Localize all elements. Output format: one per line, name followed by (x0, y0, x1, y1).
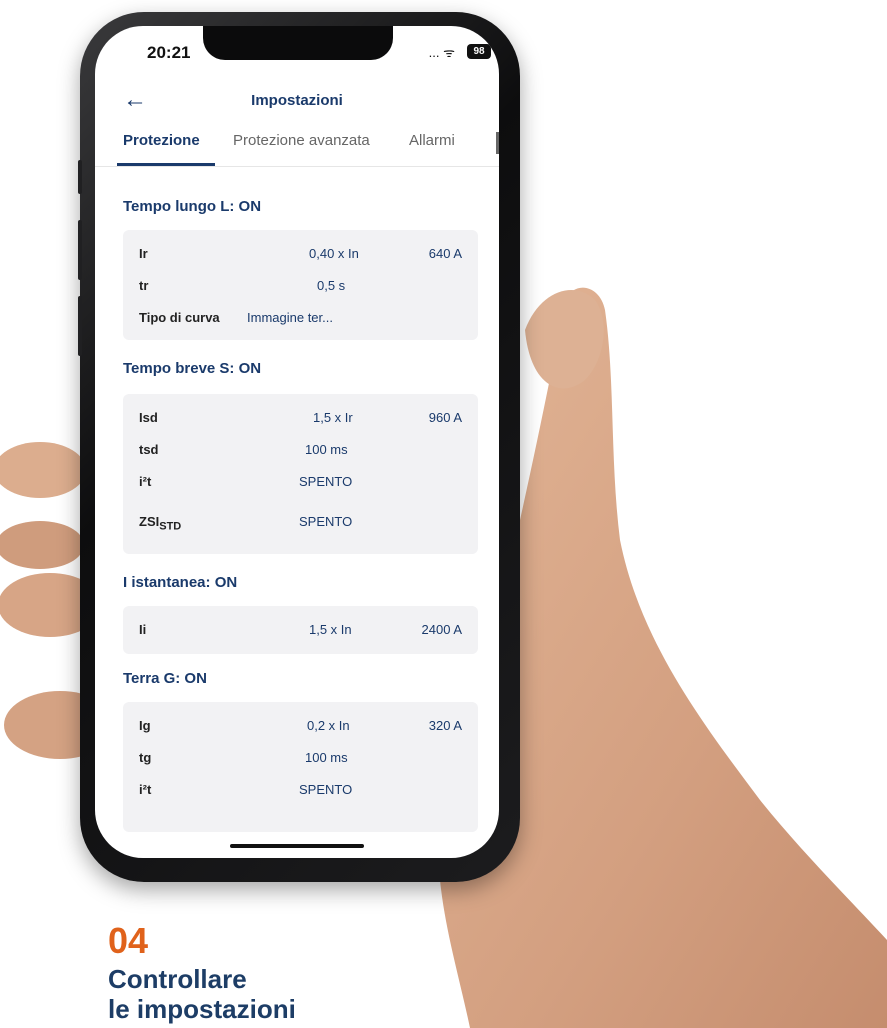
wifi-icon: ... ᯤ (428, 45, 455, 60)
card-instantaneous: Ii 1,5 x In 2400 A (123, 606, 478, 654)
row-amp: 320 A (428, 718, 462, 733)
section-title-short-time: Tempo breve S: ON (123, 360, 262, 377)
status-bar: 20:21 ... ᯤ 98 (95, 40, 499, 66)
status-time: 20:21 (147, 43, 191, 62)
row-i2t-ground[interactable]: i²t SPENTO (123, 782, 478, 806)
tab-protezione-avanzata[interactable]: Protezione avanzata (233, 132, 370, 149)
row-label: Ig (139, 718, 151, 733)
card-ground: Ig 0,2 x In 320 A tg 100 ms i²t SPENTO (123, 702, 478, 832)
row-label: tg (139, 750, 152, 765)
tab-overflow-indicator (496, 132, 499, 154)
row-label: i²t (139, 782, 152, 797)
row-amp: 640 A (428, 246, 462, 261)
phone-side-button (78, 160, 82, 194)
row-tsd[interactable]: tsd 100 ms (123, 442, 478, 466)
row-value: 1,5 x In (309, 622, 352, 637)
app-screen: 20:21 ... ᯤ 98 ← Impostazioni Protezione… (95, 26, 499, 858)
row-label: tsd (139, 442, 159, 457)
row-ir[interactable]: Ir 0,40 x In 640 A (123, 246, 478, 270)
card-long-time: Ir 0,40 x In 640 A tr 0,5 s Tipo di curv… (123, 230, 478, 340)
section-title-ground: Terra G: ON (123, 670, 207, 687)
row-amp: 960 A (428, 410, 462, 425)
phone-volume-down (78, 296, 82, 356)
row-value: 0,40 x In (309, 246, 359, 261)
home-indicator (230, 844, 364, 848)
tab-protezione[interactable]: Protezione (123, 132, 200, 149)
row-value: Immagine ter... (247, 310, 333, 325)
row-amp: 2400 A (421, 622, 463, 637)
step-number: 04 (108, 920, 149, 961)
row-value: SPENTO (299, 782, 353, 797)
row-zsi[interactable]: ZSISTD SPENTO (123, 514, 478, 538)
card-short-time: Isd 1,5 x Ir 960 A tsd 100 ms i²t SPENTO… (123, 394, 478, 554)
row-value: 1,5 x Ir (313, 410, 353, 425)
row-ii[interactable]: Ii 1,5 x In 2400 A (123, 622, 478, 646)
row-label: i²t (139, 474, 152, 489)
battery-icon: 98 (467, 44, 491, 59)
row-label: tr (139, 278, 149, 293)
row-value: 0,2 x In (307, 718, 350, 733)
row-value: 100 ms (305, 442, 348, 457)
caption-line-1: Controllare (108, 964, 247, 994)
row-label: ZSISTD (139, 514, 182, 533)
caption-line-2: le impostazioni (108, 994, 296, 1024)
row-isd[interactable]: Isd 1,5 x Ir 960 A (123, 410, 478, 434)
page-title: Impostazioni (251, 92, 343, 109)
row-label: Ir (139, 246, 148, 261)
section-title-instantaneous: I istantanea: ON (123, 574, 238, 591)
row-value: SPENTO (299, 514, 353, 529)
row-label: Isd (139, 410, 158, 425)
row-i2t[interactable]: i²t SPENTO (123, 474, 478, 498)
section-title-long-time: Tempo lungo L: ON (123, 198, 262, 215)
active-tab-indicator (117, 163, 215, 166)
row-tr[interactable]: tr 0,5 s (123, 278, 478, 302)
row-label: Ii (139, 622, 147, 637)
tab-allarmi[interactable]: Allarmi (409, 132, 455, 149)
phone-volume-up (78, 220, 82, 280)
tab-bar: Protezione Protezione avanzata Allarmi (95, 132, 499, 167)
row-value: 100 ms (305, 750, 348, 765)
app-bar: ← Impostazioni (95, 84, 499, 124)
row-value: 0,5 s (317, 278, 346, 293)
row-curve-type[interactable]: Tipo di curva Immagine ter... (123, 310, 478, 334)
row-value: SPENTO (299, 474, 353, 489)
row-ig[interactable]: Ig 0,2 x In 320 A (123, 718, 478, 742)
row-tg[interactable]: tg 100 ms (123, 750, 478, 774)
row-label: Tipo di curva (139, 310, 220, 325)
